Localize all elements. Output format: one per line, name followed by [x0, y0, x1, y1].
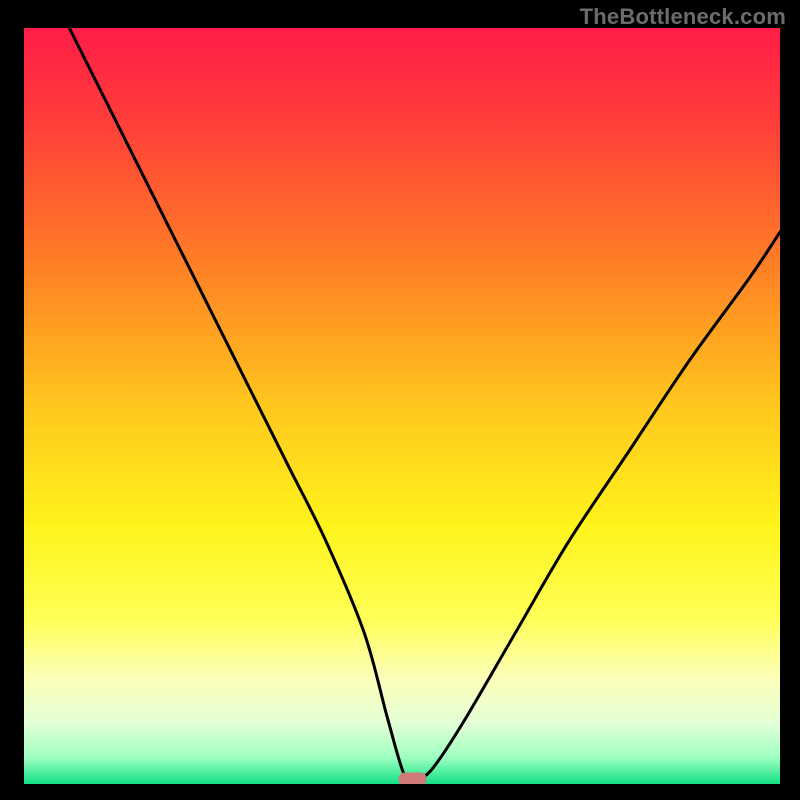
gradient-background: [24, 28, 780, 784]
watermark-text: TheBottleneck.com: [580, 4, 786, 30]
optimal-point-marker: [399, 772, 427, 784]
bottleneck-chart: [24, 28, 780, 784]
chart-frame: TheBottleneck.com: [0, 0, 800, 800]
plot-area: [24, 28, 780, 784]
